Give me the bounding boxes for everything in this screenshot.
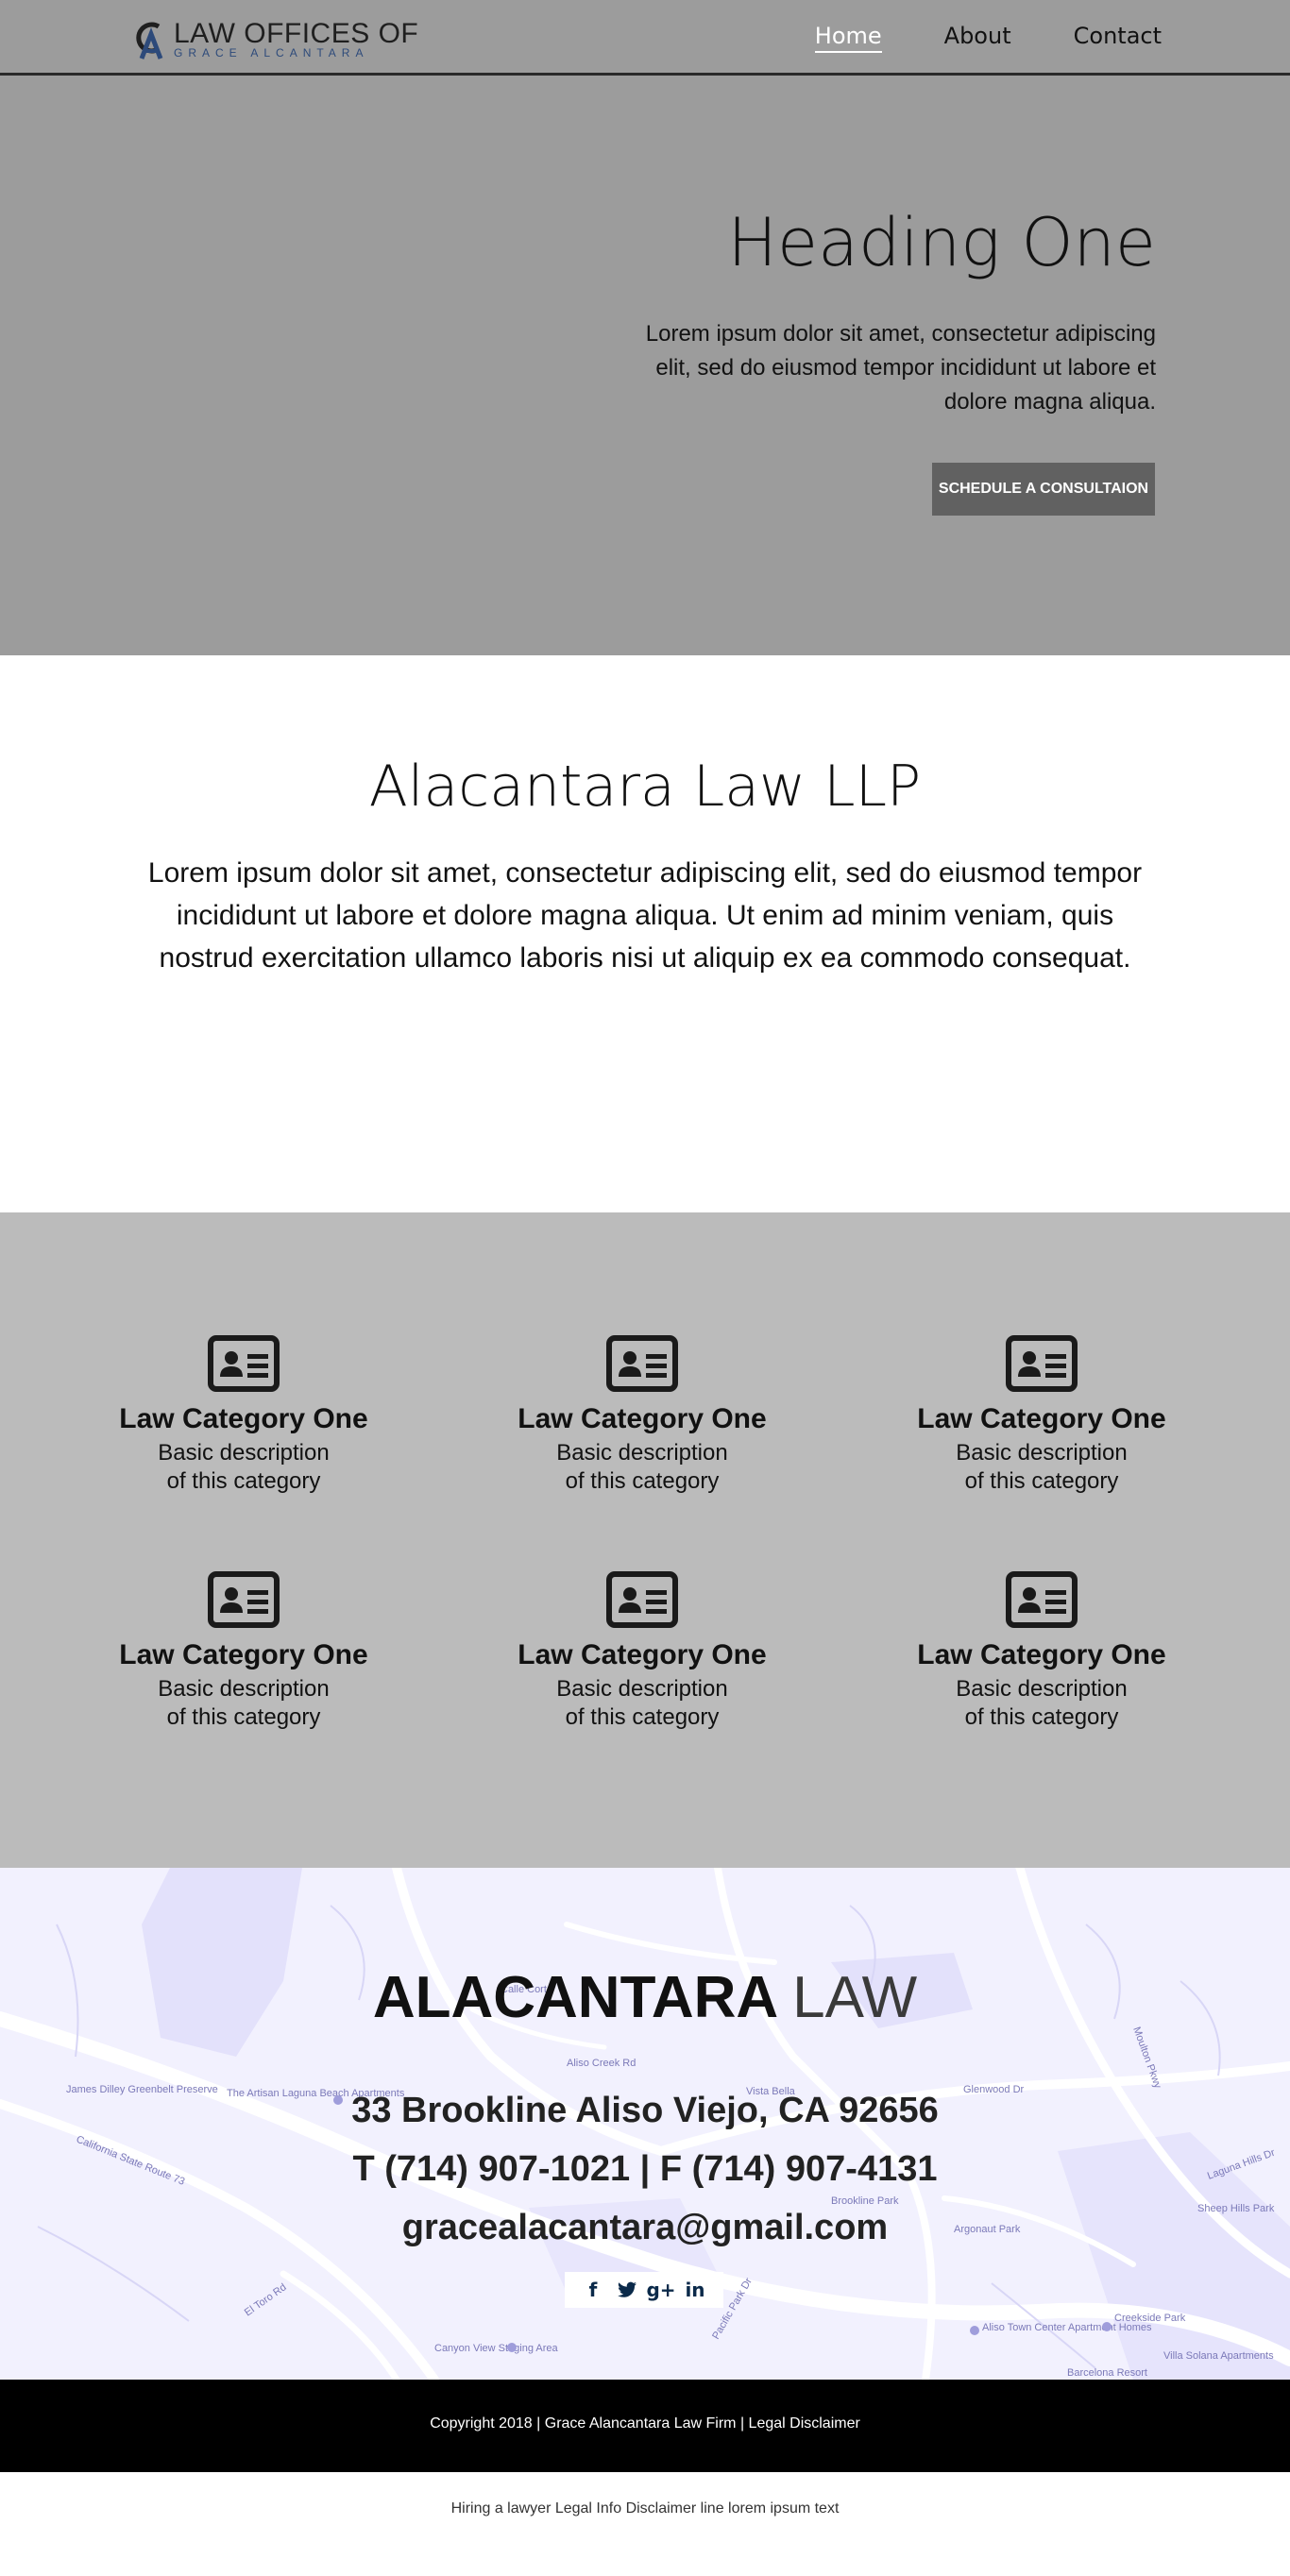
category-description: of this category [964, 1468, 1119, 1494]
category-description: Basic description [158, 1440, 330, 1466]
category-title: Law Category One [518, 1639, 767, 1670]
category-description: of this category [565, 1468, 720, 1494]
category-title: Law Category One [917, 1403, 1166, 1434]
hero-heading: Heading One [727, 204, 1156, 281]
about-title: Alacantara Law LLP [368, 754, 922, 820]
category-description: of this category [565, 1704, 720, 1730]
logo-mark-icon [136, 22, 163, 59]
category-card[interactable]: Law Category One Basic description of th… [501, 1571, 784, 1732]
contact-address: 33 Brookline Aliso Viejo, CA 92656 [351, 2091, 939, 2130]
category-description: Basic description [956, 1440, 1128, 1466]
category-description: of this category [166, 1468, 321, 1494]
id-card-icon [208, 1335, 280, 1392]
category-title: Law Category One [119, 1403, 368, 1434]
category-card[interactable]: Law Category One Basic description of th… [501, 1335, 784, 1496]
category-card[interactable]: Law Category One Basic description of th… [900, 1335, 1183, 1496]
category-description: Basic description [158, 1676, 330, 1702]
id-card-icon [1006, 1571, 1078, 1628]
twitter-icon[interactable] [610, 2273, 644, 2307]
category-description: Basic description [556, 1676, 728, 1702]
category-description: Basic description [556, 1440, 728, 1466]
facebook-icon[interactable]: f [576, 2273, 610, 2307]
category-description: of this category [166, 1704, 321, 1730]
category-card[interactable]: Law Category One Basic description of th… [900, 1571, 1183, 1732]
linkedin-icon[interactable]: in [678, 2273, 712, 2307]
legal-disclaimer: Hiring a lawyer Legal Info Disclaimer li… [450, 2500, 840, 2517]
contact-brand: ALACANTARA LAW [0, 1964, 1290, 2031]
social-links: f g+ in [565, 2272, 723, 2308]
logo-title: LAW OFFICES OF [174, 18, 419, 49]
category-description: Basic description [956, 1676, 1128, 1702]
nav-about-link[interactable]: About [944, 23, 1011, 53]
category-card[interactable]: Law Category One Basic description of th… [102, 1335, 385, 1496]
category-description: of this category [964, 1704, 1119, 1730]
logo[interactable]: LAW OFFICES OF GRACE ALCANTARA [130, 17, 418, 62]
main-nav: Home About Contact [753, 23, 1162, 53]
categories-section: Law Category One Basic description of th… [0, 1212, 1290, 1868]
contact-section: James Dilley Greenbelt Preserve The Arti… [0, 1868, 1290, 2380]
contact-email[interactable]: gracealacantara@gmail.com [0, 2208, 1290, 2248]
category-title: Law Category One [119, 1639, 368, 1670]
nav-home-link[interactable]: Home [814, 23, 882, 53]
google-plus-icon[interactable]: g+ [644, 2273, 678, 2307]
brand-suffix: LAW [792, 1965, 918, 2030]
brand-name: ALACANTARA [372, 1965, 776, 2030]
id-card-icon [606, 1335, 678, 1392]
id-card-icon [1006, 1335, 1078, 1392]
category-card[interactable]: Law Category One Basic description of th… [102, 1571, 385, 1732]
site-footer: Copyright 2018 | Grace Alancantara Law F… [0, 2380, 1290, 2472]
category-title: Law Category One [917, 1639, 1166, 1670]
contact-phone[interactable]: T (714) 907-1021 | F (714) 907-4131 [0, 2149, 1290, 2190]
schedule-consultation-button[interactable]: SCHEDULE A CONSULTAION [932, 463, 1155, 516]
copyright-text[interactable]: Copyright 2018 | Grace Alancantara Law F… [0, 2415, 1290, 2432]
category-title: Law Category One [518, 1403, 767, 1434]
about-body: Lorem ipsum dolor sit amet, consectetur … [147, 857, 1143, 974]
hero-section: Heading One Lorem ipsum dolor sit amet, … [0, 76, 1290, 655]
contact-info: ALACANTARA LAW 33 Brookline Aliso Viejo,… [0, 1868, 1290, 2380]
nav-contact-link[interactable]: Contact [1074, 23, 1162, 53]
id-card-icon [208, 1571, 280, 1628]
site-header: LAW OFFICES OF GRACE ALCANTARA Home Abou… [0, 0, 1290, 76]
id-card-icon [606, 1571, 678, 1628]
hero-body: Lorem ipsum dolor sit amet, consectetur … [645, 321, 1156, 415]
about-section: Alacantara Law LLP Lorem ipsum dolor sit… [0, 655, 1290, 1212]
